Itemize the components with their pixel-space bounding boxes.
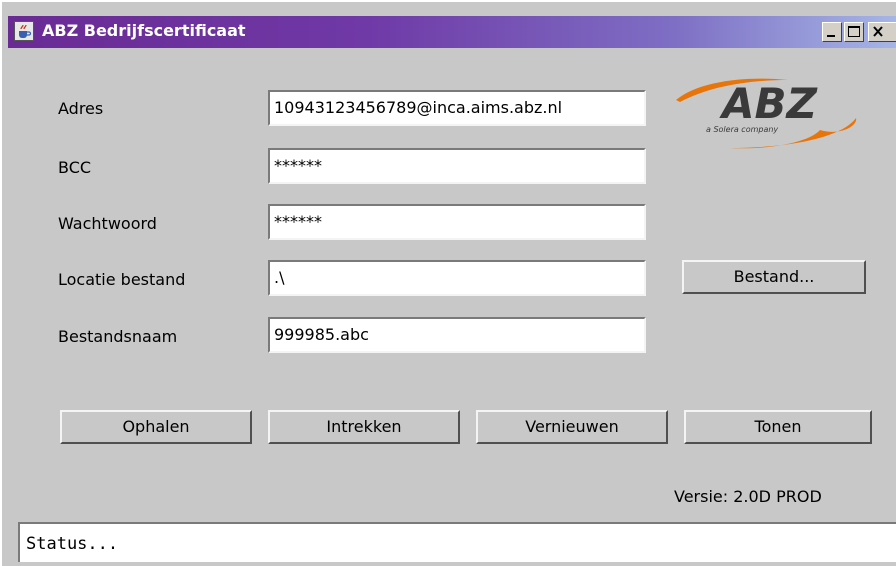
locatie-bestand-label: Locatie bestand bbox=[58, 270, 186, 289]
window-title: ABZ Bedrijfscertificaat bbox=[42, 21, 246, 40]
minimize-button[interactable] bbox=[822, 22, 842, 42]
adres-label: Adres bbox=[58, 99, 104, 118]
application-window: ABZ Bedrijfscertificaat ABZ a Solera com… bbox=[0, 0, 896, 566]
maximize-icon bbox=[848, 26, 860, 37]
logo-tagline: a Solera company bbox=[706, 125, 778, 134]
wachtwoord-label: Wachtwoord bbox=[58, 214, 157, 233]
close-button[interactable] bbox=[868, 22, 896, 42]
version-label: Versie: 2.0D PROD bbox=[674, 487, 822, 506]
minimize-icon bbox=[827, 35, 835, 37]
title-bar[interactable]: ABZ Bedrijfscertificaat bbox=[8, 16, 896, 48]
adres-field[interactable]: 10943123456789@inca.aims.abz.nl bbox=[268, 90, 646, 126]
java-cup-icon[interactable] bbox=[14, 21, 34, 41]
status-bar: Status... bbox=[18, 522, 896, 562]
tonen-button[interactable]: Tonen bbox=[684, 410, 872, 444]
abz-logo: ABZ a Solera company bbox=[670, 74, 862, 154]
intrekken-button[interactable]: Intrekken bbox=[268, 410, 460, 444]
close-icon bbox=[873, 26, 883, 37]
wachtwoord-field[interactable]: ****** bbox=[268, 204, 646, 240]
logo-brand: ABZ bbox=[719, 79, 819, 128]
bestandsnaam-label: Bestandsnaam bbox=[58, 327, 178, 346]
bcc-field[interactable]: ****** bbox=[268, 148, 646, 184]
ophalen-button[interactable]: Ophalen bbox=[60, 410, 252, 444]
bestandsnaam-field[interactable]: 999985.abc bbox=[268, 317, 646, 353]
bestand-button[interactable]: Bestand... bbox=[682, 260, 866, 294]
locatie-bestand-field[interactable]: .\ bbox=[268, 260, 646, 296]
status-text: Status... bbox=[26, 534, 119, 554]
vernieuwen-button[interactable]: Vernieuwen bbox=[476, 410, 668, 444]
bcc-label: BCC bbox=[58, 158, 92, 177]
maximize-button[interactable] bbox=[844, 22, 864, 42]
